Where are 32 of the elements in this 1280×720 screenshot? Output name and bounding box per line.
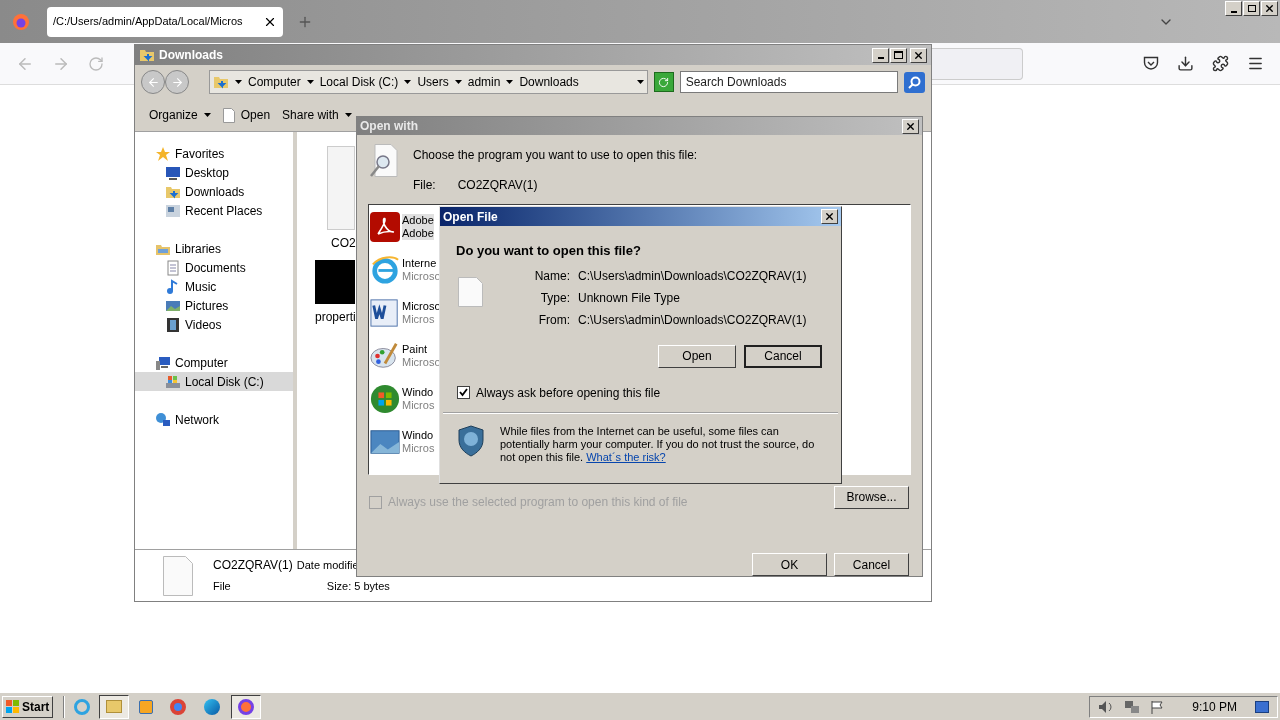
field-value: Unknown File Type: [578, 289, 681, 307]
file-label: File:: [413, 177, 436, 194]
program-name: Interne: [402, 257, 438, 270]
dialog-title: Open File: [443, 208, 499, 226]
field-label: From:: [537, 311, 570, 329]
program-name: Paint: [402, 343, 429, 356]
field-value: C:\Users\admin\Downloads\CO2ZQRAV(1): [578, 267, 807, 285]
details-file-type: File: [213, 579, 232, 595]
program-publisher: Micros: [402, 313, 436, 326]
prompt-text: Choose the program you want to use to open this file:: [413, 147, 698, 164]
program-publisher: Micros: [402, 399, 435, 412]
dialog-question: Do you want to open this file?: [455, 242, 642, 260]
program-name: Adobe: [402, 214, 434, 227]
clock: 9:10 PM: [1192, 698, 1237, 716]
window-title: Downloads: [159, 47, 224, 64]
field-value: C:\Users\admin\Downloads\CO2ZQRAV(1): [578, 311, 807, 329]
program-publisher: Adobe: [402, 227, 434, 240]
program-publisher: Microso: [402, 270, 441, 283]
program-name: Microso: [402, 300, 441, 313]
checkbox-label: Always ask before opening this file: [476, 384, 661, 402]
program-name: Windo: [402, 386, 435, 399]
dialog-title: Open with: [360, 118, 419, 135]
field-label: Name:: [533, 267, 570, 285]
field-label: Type:: [539, 289, 570, 307]
tab-title: /C:/Users/admin/AppData/Local/Micros: [53, 14, 244, 30]
details-size: Size: 5 bytes: [325, 579, 390, 595]
program-publisher: Microso: [402, 356, 441, 369]
warning-text: While files from the Internet can be useful, some files can potentially harm your computer. If you do not trust the source, do not open this file. What´s the risk?: [500, 424, 816, 464]
file-name: CO2ZQRAV(1): [457, 177, 538, 194]
program-name: Windo: [402, 429, 435, 442]
details-file-name: CO2ZQRAV(1): [213, 557, 293, 575]
program-publisher: Micros: [402, 442, 435, 455]
